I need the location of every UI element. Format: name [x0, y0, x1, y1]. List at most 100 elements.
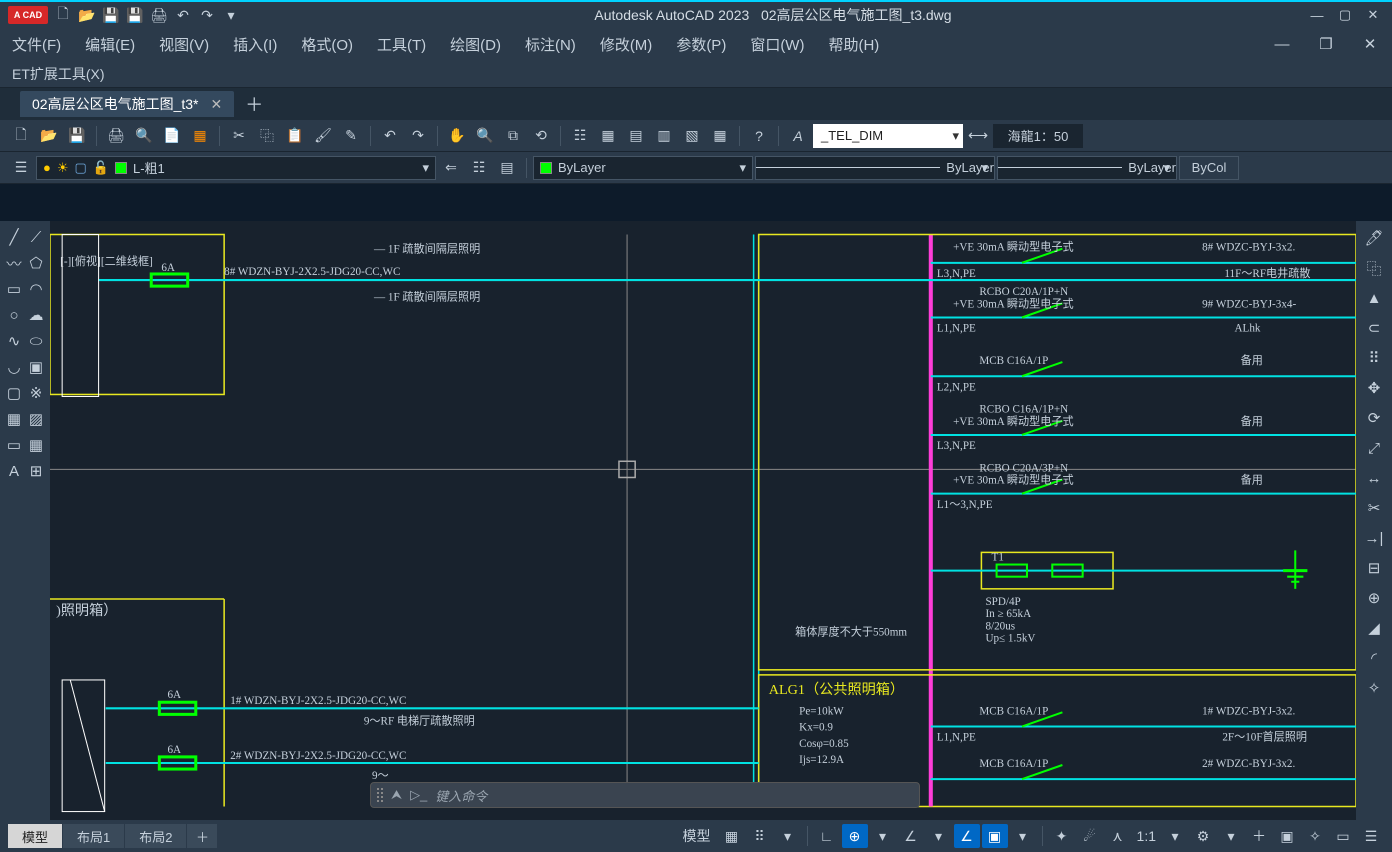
anno-scale[interactable]: 海龍1：50: [993, 124, 1083, 148]
ellipse-icon[interactable]: ⬭: [26, 329, 46, 353]
isolate-icon[interactable]: ▣: [1274, 824, 1300, 848]
menu-view[interactable]: 视图(V): [159, 34, 209, 55]
paste-icon[interactable]: 📋: [282, 124, 308, 148]
save-icon[interactable]: 💾: [102, 6, 120, 24]
copy-obj-icon[interactable]: ⿻: [1360, 255, 1388, 281]
menu-file[interactable]: 文件(F): [12, 34, 61, 55]
ellipsearc-icon[interactable]: ◡: [4, 355, 24, 379]
open-icon[interactable]: 📂: [78, 6, 96, 24]
drawing-canvas[interactable]: [-][俯视][二维线框] 6A 8# WDZN-BYJ-2X2.5-JDG20…: [50, 221, 1356, 820]
model-toggle[interactable]: 模型: [677, 824, 717, 848]
dimstyle-dropdown[interactable]: _TEL_DIM▾: [813, 124, 963, 148]
menu-format[interactable]: 格式(O): [301, 34, 353, 55]
trim-icon[interactable]: ✂: [1360, 495, 1388, 521]
add-icon[interactable]: ＋: [1246, 824, 1272, 848]
calc-icon[interactable]: ▦: [707, 124, 733, 148]
otrack-icon[interactable]: ▣: [982, 824, 1008, 848]
extend-icon[interactable]: →|: [1360, 525, 1388, 551]
copy-icon[interactable]: ⿻: [254, 124, 280, 148]
redo-icon[interactable]: ↷: [198, 6, 216, 24]
print-icon[interactable]: 🖨: [150, 6, 168, 24]
hardware-icon[interactable]: ✧: [1302, 824, 1328, 848]
layer-prev-icon[interactable]: ⇐: [438, 156, 464, 180]
plotstyle-dropdown[interactable]: ByCol: [1179, 156, 1239, 180]
pline-icon[interactable]: 〰: [4, 251, 24, 275]
close-button[interactable]: ✕: [1362, 6, 1384, 24]
clean-icon[interactable]: ▭: [1330, 824, 1356, 848]
cycling-icon[interactable]: ⋏: [1105, 824, 1131, 848]
ortho-icon[interactable]: ∟: [814, 824, 840, 848]
hatch-icon[interactable]: ▦: [4, 407, 24, 431]
redo-icon[interactable]: ↷: [405, 124, 431, 148]
toolpalette-icon[interactable]: ▤: [623, 124, 649, 148]
annoscale-icon[interactable]: 1:1: [1133, 824, 1160, 848]
mtext-icon[interactable]: A: [4, 459, 24, 483]
plot-icon[interactable]: 🖨: [103, 124, 129, 148]
linetype-dropdown[interactable]: ByLayer ▾: [755, 156, 995, 180]
isodraft-drop-icon[interactable]: ▾: [926, 824, 952, 848]
undo-icon[interactable]: ↶: [174, 6, 192, 24]
point-icon[interactable]: ※: [26, 381, 46, 405]
cmd-history-icon[interactable]: ⮝: [391, 787, 402, 803]
grid-icon[interactable]: ▦: [719, 824, 745, 848]
menu-help[interactable]: 帮助(H): [828, 34, 879, 55]
tab-model[interactable]: 模型: [8, 824, 62, 848]
arc-icon[interactable]: ◠: [26, 277, 46, 301]
rotate-icon[interactable]: ⟳: [1360, 405, 1388, 431]
doc-restore-button[interactable]: ❐: [1316, 35, 1336, 53]
line-icon[interactable]: ╱: [4, 225, 24, 249]
help-icon[interactable]: ?: [746, 124, 772, 148]
tab-layout2[interactable]: 布局2: [125, 824, 186, 848]
table-icon[interactable]: ▦: [26, 433, 46, 457]
text-style-icon[interactable]: A: [785, 124, 811, 148]
stretch-icon[interactable]: ↔: [1360, 465, 1388, 491]
infer-icon[interactable]: ▾: [775, 824, 801, 848]
polygon-icon[interactable]: ⬠: [26, 251, 46, 275]
menu-tools[interactable]: 工具(T): [377, 34, 426, 55]
mirror-icon[interactable]: ▲: [1360, 285, 1388, 311]
qat-dropdown-icon[interactable]: ▾: [222, 6, 240, 24]
saveas-icon[interactable]: 💾: [126, 6, 144, 24]
spline-icon[interactable]: ∿: [4, 329, 24, 353]
new-icon[interactable]: 🗋: [8, 124, 34, 148]
doc-minimize-button[interactable]: —: [1272, 35, 1292, 53]
menu-param[interactable]: 参数(P): [676, 34, 726, 55]
cut-icon[interactable]: ✂: [226, 124, 252, 148]
xline-icon[interactable]: ⟋: [26, 225, 46, 249]
menu-draw[interactable]: 绘图(D): [450, 34, 501, 55]
grip-icon[interactable]: [377, 788, 383, 802]
insert-icon[interactable]: ▣: [26, 355, 46, 379]
properties-icon[interactable]: ☷: [567, 124, 593, 148]
move-icon[interactable]: ✥: [1360, 375, 1388, 401]
tab-add[interactable]: ＋: [187, 824, 217, 848]
custom-icon[interactable]: ☰: [1358, 824, 1384, 848]
lineweight-dropdown[interactable]: ByLayer ▾: [997, 156, 1177, 180]
rect-icon[interactable]: ▭: [4, 277, 24, 301]
layer-dropdown[interactable]: ● ☀ ▢ 🔓 L-粗1 ▾: [36, 156, 436, 180]
transparency-icon[interactable]: ☄: [1077, 824, 1103, 848]
break-icon[interactable]: ⊟: [1360, 555, 1388, 581]
addsel-icon[interactable]: ⊞: [26, 459, 46, 483]
fillet-icon[interactable]: ◜: [1360, 645, 1388, 671]
dwf-icon[interactable]: ▦: [187, 124, 213, 148]
join-icon[interactable]: ⊕: [1360, 585, 1388, 611]
match-icon[interactable]: 🖌: [310, 124, 336, 148]
new-tab-button[interactable]: ＋: [242, 92, 266, 116]
close-icon[interactable]: ✕: [210, 96, 222, 113]
erase-icon[interactable]: 🖊: [1360, 225, 1388, 251]
snap-icon[interactable]: ⠿: [747, 824, 773, 848]
polar-drop-icon[interactable]: ▾: [870, 824, 896, 848]
menu-dim[interactable]: 标注(N): [525, 34, 576, 55]
menu-insert[interactable]: 插入(I): [233, 34, 277, 55]
osnap-icon[interactable]: ∠: [954, 824, 980, 848]
designcenter-icon[interactable]: ▦: [595, 124, 621, 148]
pan-icon[interactable]: ✋: [444, 124, 470, 148]
markup-icon[interactable]: ▧: [679, 124, 705, 148]
plot-preview-icon[interactable]: 🔍: [131, 124, 157, 148]
save-icon[interactable]: 💾: [64, 124, 90, 148]
gradient-icon[interactable]: ▨: [26, 407, 46, 431]
tab-layout1[interactable]: 布局1: [63, 824, 124, 848]
menu-modify[interactable]: 修改(M): [600, 34, 653, 55]
zoom-icon[interactable]: 🔍: [472, 124, 498, 148]
brush-icon[interactable]: ✎: [338, 124, 364, 148]
